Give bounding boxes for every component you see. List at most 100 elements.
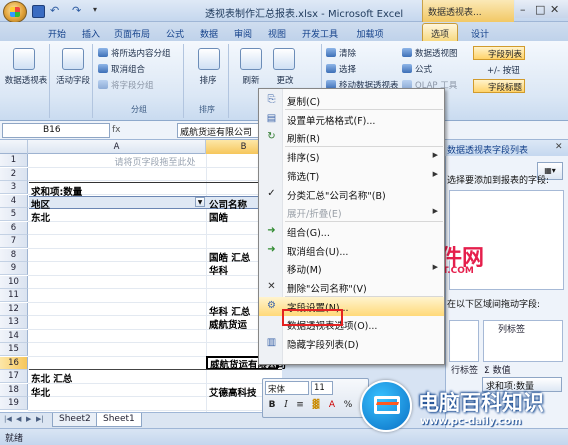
align-button[interactable]: ≡	[294, 400, 306, 413]
tab-page-layout[interactable]: 页面布局	[108, 24, 156, 41]
select-all-corner[interactable]	[0, 140, 28, 154]
context-menu-item[interactable]: ⎘ 复制(C)	[259, 91, 444, 110]
formulas-button[interactable]: 公式	[402, 63, 432, 75]
row-header[interactable]: 14	[0, 329, 28, 343]
tab-home[interactable]: 开始	[42, 24, 72, 41]
cell-a17[interactable]: 东北 汇总	[31, 371, 72, 385]
row-header[interactable]: 18	[0, 383, 28, 397]
context-menu-item[interactable]: ▤ 设置单元格格式(F)...	[259, 110, 444, 129]
field-headers-toggle[interactable]: 字段标题	[473, 79, 525, 93]
select-button[interactable]: 选择	[326, 63, 356, 75]
row-header[interactable]: 3	[0, 181, 28, 194]
row-header[interactable]: 16	[0, 356, 28, 370]
cell-b4[interactable]: 公司名称	[209, 197, 247, 211]
save-icon[interactable]	[32, 5, 45, 18]
context-menu-item[interactable]: ✕ 删除"公司名称"(V)	[259, 278, 444, 297]
column-header-a[interactable]: A	[28, 140, 206, 154]
fx-icon[interactable]: fx	[112, 123, 176, 138]
pivot-chart-button[interactable]: 数据透视图	[402, 47, 458, 59]
minimize-icon[interactable]: –	[520, 3, 526, 16]
cell-b7[interactable]: 国皓 汇总	[209, 250, 250, 264]
tab-design[interactable]: 设计	[460, 24, 500, 41]
tab-data[interactable]: 数据	[194, 24, 224, 41]
region-filter-dropdown-icon[interactable]: ▼	[195, 197, 205, 207]
buttons-toggle[interactable]: +/- 按钮	[473, 64, 520, 76]
cell-a4[interactable]: 地区	[31, 197, 50, 211]
sort-icon[interactable]	[198, 48, 220, 70]
pane-close-icon[interactable]: ✕	[555, 142, 563, 152]
tab-developer[interactable]: 开发工具	[296, 24, 344, 41]
name-box[interactable]: B16	[2, 123, 110, 138]
report-filter-area[interactable]	[449, 320, 479, 362]
percent-icon[interactable]: %	[342, 400, 354, 413]
cell-b8[interactable]: 华科	[209, 263, 228, 277]
row-header[interactable]: 1	[0, 154, 28, 167]
context-menu-item[interactable]: 展开/折叠(E) ▶	[259, 203, 444, 222]
sheet-tab-sheet2[interactable]: Sheet2	[52, 413, 98, 427]
row-header[interactable]: 9	[0, 262, 28, 275]
prev-sheet-icon[interactable]: ◀	[16, 415, 21, 423]
tab-review[interactable]: 审阅	[228, 24, 258, 41]
refresh-button-label[interactable]: 刷新	[234, 74, 268, 86]
context-menu-item[interactable]: ✓ 分类汇总"公司名称"(B)	[259, 185, 444, 204]
customize-qat-icon[interactable]: ▾	[93, 5, 106, 18]
context-menu-item[interactable]: ↻ 刷新(R)	[259, 128, 444, 147]
pivot-table-icon[interactable]	[13, 48, 35, 70]
maximize-icon[interactable]: □	[535, 3, 545, 16]
row-header[interactable]: 13	[0, 316, 28, 329]
context-menu-item[interactable]: 筛选(T) ▶	[259, 166, 444, 185]
row-header[interactable]: 8	[0, 248, 28, 262]
close-icon[interactable]: ✕	[550, 3, 559, 16]
row-header[interactable]: 11	[0, 289, 28, 302]
cell-a3[interactable]: 求和项:数量	[31, 184, 82, 198]
tab-insert[interactable]: 插入	[76, 24, 106, 41]
tab-formulas[interactable]: 公式	[160, 24, 190, 41]
row-header[interactable]: 5	[0, 208, 28, 221]
row-header[interactable]: 12	[0, 302, 28, 316]
font-color-icon[interactable]: A	[326, 400, 338, 413]
bold-button[interactable]: B	[266, 400, 278, 413]
cell-b18[interactable]: 艾德高科技	[209, 385, 257, 399]
field-list-toggle[interactable]: 字段列表	[473, 46, 525, 60]
ungroup-button[interactable]: 取消组合	[98, 63, 145, 75]
group-selection-button[interactable]: 将所选内容分组	[98, 47, 171, 59]
active-field-icon[interactable]	[62, 48, 84, 70]
tab-addins[interactable]: 加载项	[350, 24, 390, 41]
context-menu-item[interactable]: ➜ 取消组合(U)...	[259, 241, 444, 260]
context-menu-item[interactable]: 移动(M) ▶	[259, 259, 444, 278]
cell-b12[interactable]: 威航货运	[209, 317, 247, 331]
mini-size-select[interactable]: 11	[311, 381, 333, 395]
cell-b11[interactable]: 华科 汇总	[209, 304, 250, 318]
sort-button-label[interactable]: 排序	[187, 74, 229, 86]
office-button[interactable]	[3, 1, 27, 23]
fill-color-icon[interactable]: ▓	[310, 400, 322, 413]
group-field-button[interactable]: 将字段分组	[98, 79, 154, 91]
pivot-table-button-label[interactable]: 数据透视表	[3, 74, 49, 86]
next-sheet-icon[interactable]: ▶	[26, 415, 31, 423]
cell-b5[interactable]: 国皓	[209, 210, 228, 224]
row-header[interactable]: 2	[0, 167, 28, 181]
cell-a18[interactable]: 华北	[31, 385, 50, 399]
row-header[interactable]: 17	[0, 370, 28, 383]
change-button-label[interactable]: 更改	[268, 74, 302, 86]
cell-a5[interactable]: 东北	[31, 210, 50, 224]
refresh-icon[interactable]	[240, 48, 262, 70]
change-data-source-icon[interactable]	[273, 48, 295, 70]
first-sheet-icon[interactable]: |◀	[4, 415, 12, 423]
context-menu-item[interactable]: 排序(S) ▶	[259, 147, 444, 166]
row-header[interactable]: 10	[0, 275, 28, 289]
row-header[interactable]: 7	[0, 235, 28, 248]
tab-view[interactable]: 视图	[262, 24, 292, 41]
row-header[interactable]: 6	[0, 221, 28, 235]
sheet-tab-sheet1[interactable]: Sheet1	[96, 413, 142, 427]
redo-icon[interactable]: ↷	[72, 5, 85, 18]
context-menu-item[interactable]: ➜ 组合(G)...	[259, 222, 444, 241]
active-field-button-label[interactable]: 活动字段	[53, 74, 93, 86]
row-header[interactable]: 19	[0, 397, 28, 410]
context-menu-item[interactable]: ▥ 隐藏字段列表(D)	[259, 334, 444, 353]
undo-icon[interactable]: ↶	[50, 5, 63, 18]
mini-font-select[interactable]: 宋体	[265, 381, 309, 395]
row-header[interactable]: 15	[0, 343, 28, 356]
last-sheet-icon[interactable]: ▶|	[36, 415, 44, 423]
row-header[interactable]: 4	[0, 194, 28, 208]
